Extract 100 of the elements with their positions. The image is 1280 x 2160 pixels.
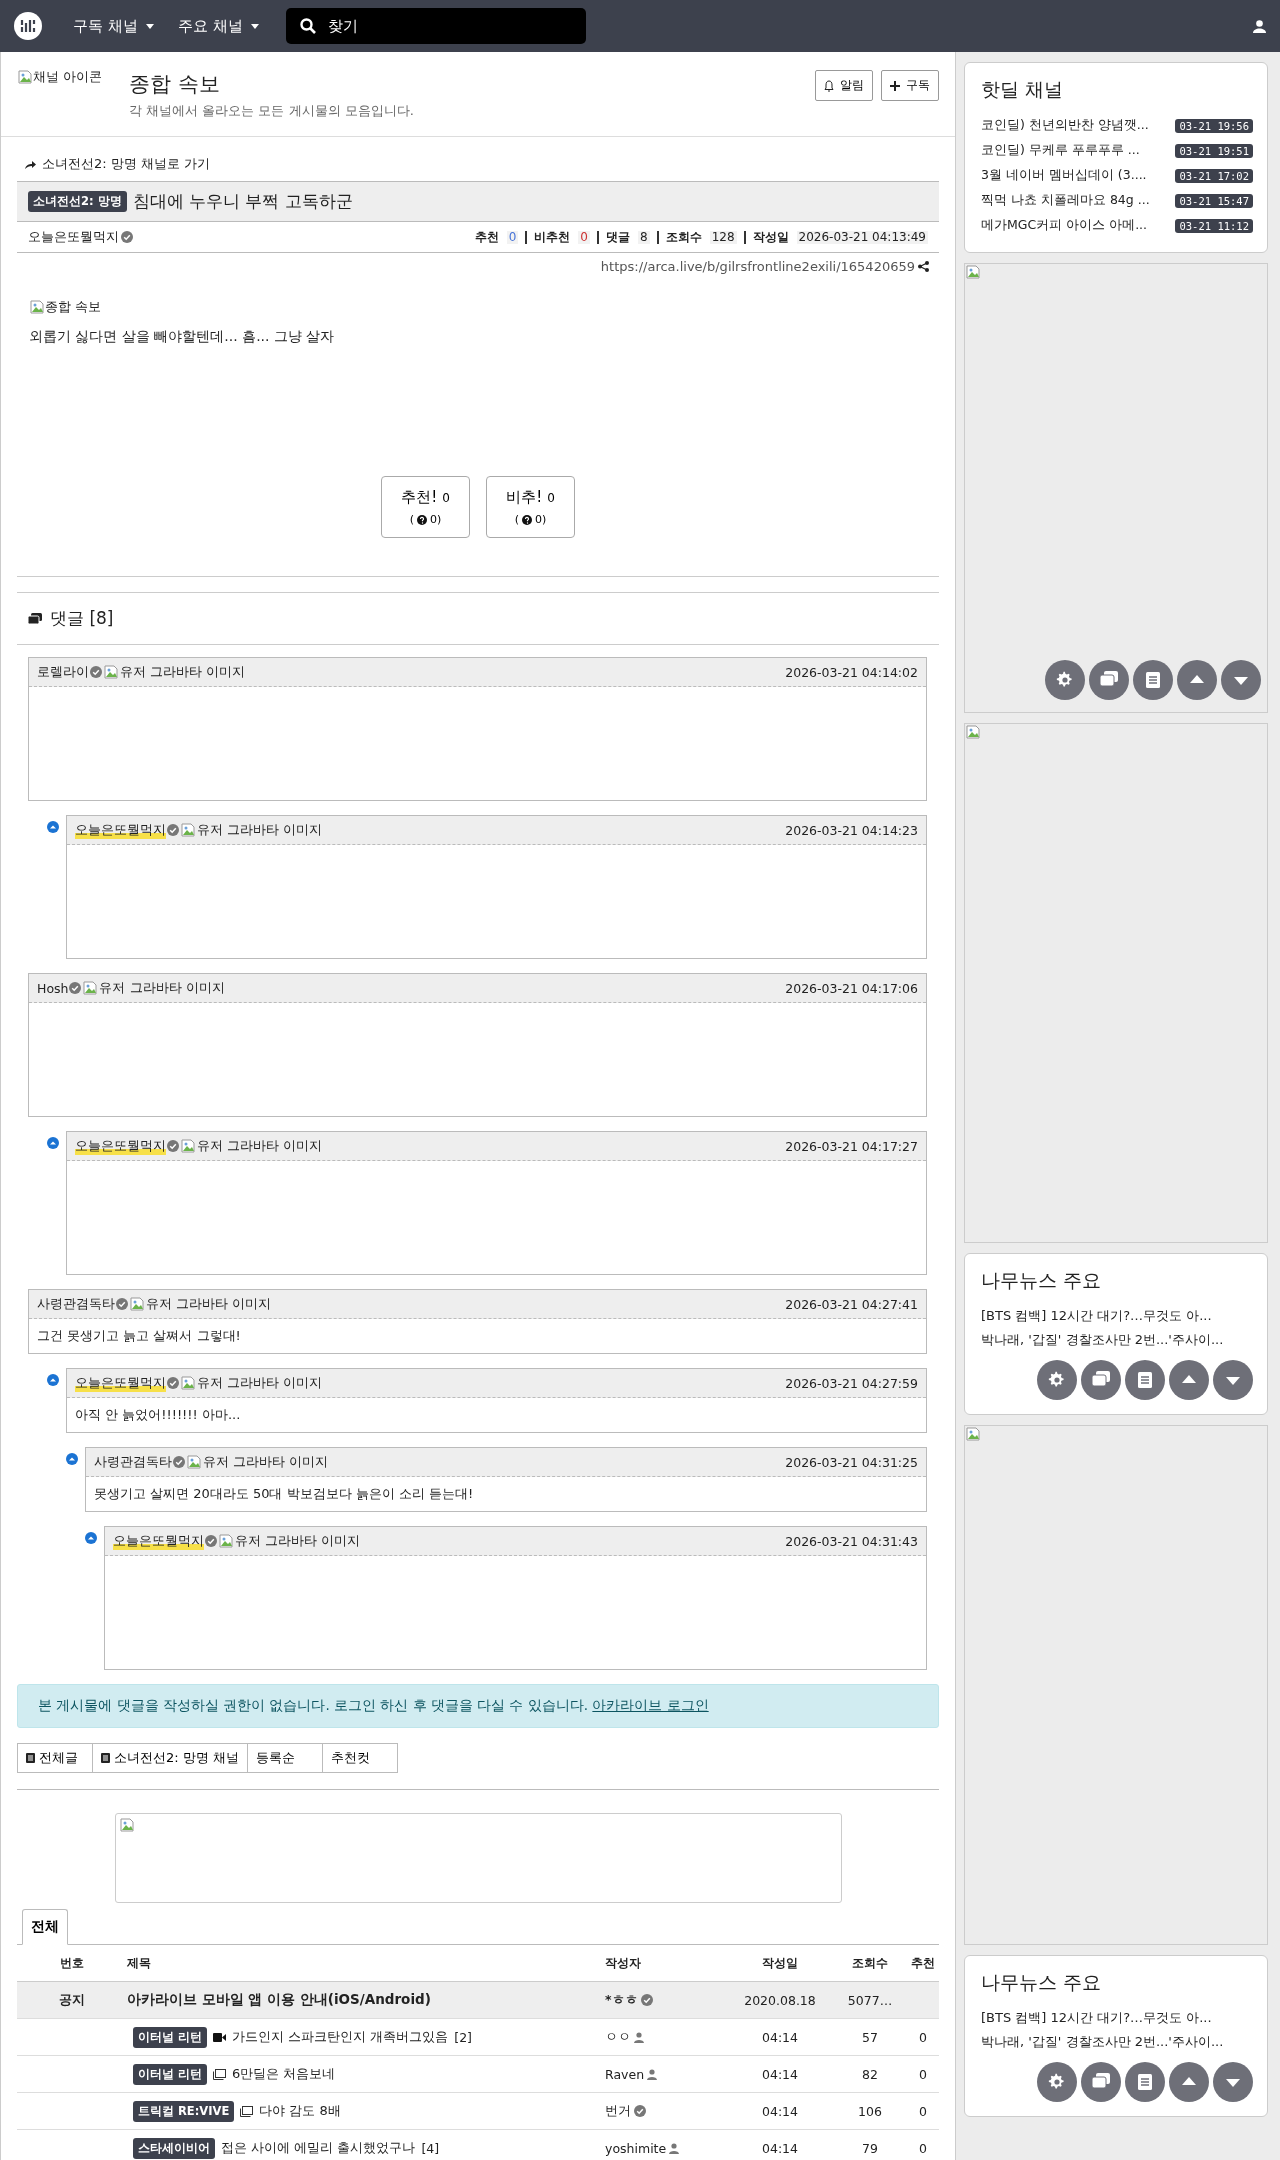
scroll-up-icon[interactable]	[1177, 660, 1217, 700]
stat-label: 비추천	[534, 230, 571, 244]
image-alt-text: 유저 그라바타 이미지	[197, 1137, 323, 1155]
share-arrow-icon	[25, 159, 36, 169]
scroll-up-icon[interactable]	[1169, 2062, 1209, 2102]
broken-image-icon	[965, 1426, 981, 1442]
search-field[interactable]: 찾기	[285, 8, 586, 44]
post-author[interactable]: Raven	[605, 2066, 645, 2082]
post-title[interactable]: 접은 사이에 에밀리 출시했었구나	[221, 2139, 416, 2157]
broken-image-icon	[103, 664, 119, 680]
news-link[interactable]: [BTS 컴백] 12시간 대기?…무것도 아...	[981, 1304, 1253, 1328]
comment-author[interactable]: 사령관겸독타	[37, 1295, 115, 1313]
subscribe-button[interactable]: 구독	[881, 70, 939, 101]
settings-icon[interactable]	[1045, 660, 1085, 700]
list-tab[interactable]: 전체글	[17, 1743, 93, 1773]
notice-text: 본 게시물에 댓글을 작성하실 권한이 없습니다. 로그인 하신 후 댓글을 다실 수 있습니다.	[38, 1697, 590, 1713]
notify-button[interactable]: 알림	[815, 70, 873, 101]
user-icon	[647, 2068, 658, 2080]
verified-icon	[167, 1377, 179, 1389]
comment-author[interactable]: Hosh	[37, 980, 69, 996]
comments-icon[interactable]	[1081, 1360, 1121, 1400]
verified-icon	[90, 666, 102, 678]
list-tab[interactable]: 소녀전선2: 망명 채널	[92, 1743, 248, 1773]
post-title[interactable]: 6만딜은 처음보네	[232, 2065, 336, 2083]
comments-icon[interactable]	[1089, 660, 1129, 700]
list-tab[interactable]: 등록순	[246, 1743, 323, 1773]
board-tab[interactable]: 전체	[22, 1909, 68, 1945]
deal-link[interactable]: 3월 네이버 멤버십데이 (3....	[981, 167, 1147, 184]
broken-image-icon	[186, 1454, 202, 1470]
user-icon	[634, 2031, 644, 2043]
list-icon[interactable]	[1125, 1360, 1165, 1400]
comments-icon[interactable]	[1081, 2062, 1121, 2102]
caret-icon	[250, 23, 259, 29]
category-badge: 소녀전선2: 망명	[28, 191, 127, 212]
reply-icon	[47, 821, 59, 833]
image-alt-text: 유저 그라바타 이미지	[235, 1532, 361, 1550]
scroll-down-icon[interactable]	[1213, 1360, 1253, 1400]
broken-image-icon	[180, 1138, 196, 1154]
comment-text: 아직 안 늙었어!!!!!!! 아마...	[74, 1406, 242, 1424]
post-title[interactable]: 가드인지 스파크탄인지 개족버그있음	[232, 2028, 449, 2046]
login-link[interactable]: 아카라이브 로그인	[592, 1697, 709, 1713]
comment-author[interactable]: 로렐라이	[37, 663, 89, 681]
downvote-button[interactable]: 비추! 0 ( 0)	[486, 476, 575, 538]
post-title[interactable]: 다야 감도 8배	[259, 2102, 341, 2120]
list-tab[interactable]: 추천컷	[321, 1743, 398, 1773]
settings-icon[interactable]	[1037, 1360, 1077, 1400]
post-author[interactable]: 번거	[605, 2102, 631, 2120]
stat-value: 2026-03-21 04:13:49	[796, 230, 928, 244]
comment-author[interactable]: 사령관겸독타	[94, 1453, 172, 1471]
scroll-down-icon[interactable]	[1213, 2062, 1253, 2102]
broken-image-icon	[180, 1375, 196, 1391]
card-title: 나무뉴스 주요	[981, 1970, 1103, 1995]
time-badge: 03-21 11:12	[1175, 218, 1253, 233]
image-alt-text: 종합 속보	[45, 298, 102, 316]
user-icon[interactable]	[1253, 19, 1266, 33]
post-title[interactable]: 아카라이브 모바일 앱 이용 안내(iOS/Android)	[127, 1991, 431, 2009]
question-icon	[522, 514, 532, 525]
news-link[interactable]: 박나래, '갑질' 경찰조사만 2번...'주사이...	[981, 2030, 1253, 2054]
list-icon[interactable]	[1125, 2062, 1165, 2102]
image-alt-text: 유저 그라바타 이미지	[197, 1374, 323, 1392]
image-alt-text: 유저 그라바타 이미지	[146, 1295, 272, 1313]
table-cell: 2020.08.18	[744, 1992, 816, 2008]
comment-author[interactable]: 오늘은또뭘먹지	[75, 1374, 166, 1392]
list-icon[interactable]	[1133, 660, 1173, 700]
image-alt-text: 유저 그라바타 이미지	[120, 663, 246, 681]
comment-author[interactable]: 오늘은또뭘먹지	[75, 1137, 166, 1155]
comment-author[interactable]: 오늘은또뭘먹지	[113, 1532, 204, 1550]
verified-icon	[173, 1456, 185, 1468]
deal-link[interactable]: 찍먹 나쵸 치폴레마요 84g ...	[981, 192, 1150, 209]
article-url[interactable]: https://arca.live/b/gilrsfrontline2exili/165420659	[600, 259, 915, 274]
post-author[interactable]: ㅇㅇ	[605, 2028, 631, 2046]
category-badge: 스타세이비어	[133, 2137, 215, 2159]
scroll-down-icon[interactable]	[1221, 660, 1261, 700]
share-icon[interactable]	[918, 261, 929, 272]
menu-dropdown[interactable]: 주요 채널	[168, 10, 268, 42]
scroll-up-icon[interactable]	[1169, 1360, 1209, 1400]
reply-icon	[85, 1532, 97, 1544]
deal-link[interactable]: 코인딜) 천년의반찬 양념깻...	[981, 117, 1149, 134]
news-link[interactable]: 박나래, '갑질' 경찰조사만 2번...'주사이...	[981, 1328, 1253, 1352]
broken-image-icon	[82, 980, 99, 996]
verified-icon	[69, 982, 82, 994]
channel-link[interactable]: 소녀전선2: 망명 채널로 가기	[17, 149, 939, 179]
post-author[interactable]: yoshimite	[605, 2140, 667, 2156]
comment-author[interactable]: 오늘은또뭘먹지	[75, 821, 166, 839]
stat-label: 작성일	[752, 230, 789, 244]
logo-icon[interactable]	[14, 12, 42, 40]
upvote-button[interactable]: 추천! 0 ( 0)	[381, 476, 470, 538]
post-author[interactable]: *ㅎㅎ	[605, 1991, 638, 2009]
deal-link[interactable]: 메가MGC커피 아이스 아메...	[981, 217, 1148, 234]
broken-image-icon	[129, 1296, 145, 1312]
deal-link[interactable]: 코인딜) 무케루 푸루푸루 ...	[981, 142, 1140, 159]
table-cell: 106	[858, 2103, 882, 2119]
comment-time: 2026-03-21 04:27:41	[785, 1296, 918, 1312]
menu-dropdown[interactable]: 구독 채널	[64, 10, 163, 42]
broken-image-icon	[17, 69, 33, 85]
user-icon	[669, 2142, 680, 2154]
news-link[interactable]: [BTS 컴백] 12시간 대기?…무것도 아...	[981, 2006, 1253, 2030]
author-name[interactable]: 오늘은또뭘먹지	[28, 228, 119, 246]
settings-icon[interactable]	[1037, 2062, 1077, 2102]
card-title: 나무뉴스 주요	[981, 1268, 1103, 1293]
